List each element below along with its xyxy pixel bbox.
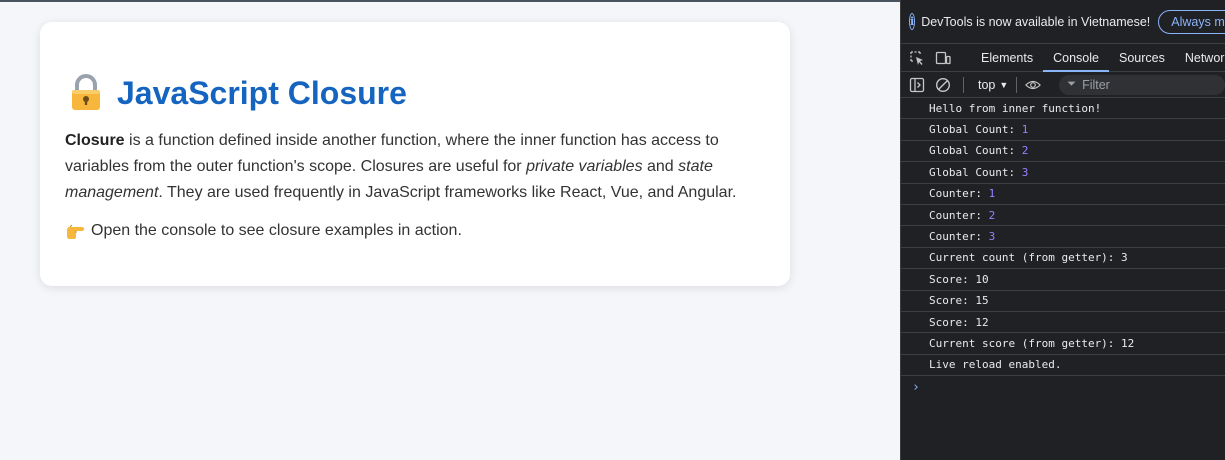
log-text: Score: 12 [929,315,989,329]
filter-icon: ⏷ [1067,78,1077,90]
language-info-bar: i DevTools is now available in Vietnames… [901,0,1225,44]
log-number: 2 [1021,144,1029,158]
log-number: 2 [988,208,996,222]
pointing-hand-icon [65,222,85,240]
toolbar-separator [963,76,964,93]
log-text: Counter: [929,208,989,222]
log-number: 3 [1021,165,1029,179]
info-text: DevTools is now available in Vietnamese! [921,14,1151,29]
log-text: Global Count: [929,144,1022,158]
desc-em-1: private variables [526,158,643,175]
desc-part-3: . They are used frequently in JavaScript… [158,184,737,201]
inspect-element-icon[interactable] [909,50,925,66]
log-text: Global Count: [929,165,1022,179]
desc-part-2: and [642,158,679,175]
description: Closure is a function defined inside ano… [65,128,755,206]
log-number: 1 [1021,123,1029,137]
closure-card: JavaScript Closure Closure is a function… [40,22,790,286]
sidebar-toggle-icon[interactable] [909,77,925,93]
context-value: top [977,77,996,92]
log-text: Score: 10 [929,272,989,286]
info-icon: i [909,13,916,30]
console-prompt[interactable]: › [901,376,1225,398]
log-row: Score: 10 [901,269,1225,291]
eye-icon[interactable] [1025,77,1042,93]
lock-icon [65,72,107,114]
log-row: Counter: 1 [901,184,1225,205]
device-toolbar-icon[interactable] [935,50,951,66]
console-toolbar: top ▼ ⏷ Filter [901,72,1225,98]
log-row: Live reload enabled. [901,355,1225,377]
tab-sources[interactable]: Sources [1109,44,1175,72]
log-row: Global Count: 3 [901,162,1225,184]
console-hint: Open the console to see closure examples… [65,222,462,240]
log-row: Counter: 2 [901,205,1225,227]
log-text: Live reload enabled. [929,358,1062,372]
page-title: JavaScript Closure [117,74,407,111]
log-row: Current score (from getter): 12 [901,333,1225,355]
log-text: Current score (from getter): 12 [929,336,1135,350]
prompt-chevron-icon: › [912,379,920,395]
filter-placeholder: Filter [1082,77,1110,92]
log-text: Counter: [929,187,989,201]
console-output: Hello from inner function! Global Count:… [901,98,1225,398]
log-row: Hello from inner function! [901,98,1225,120]
toolbar-separator-2 [1016,76,1018,93]
log-row: Score: 12 [901,312,1225,334]
devtools-panel: i DevTools is now available in Vietnames… [900,0,1225,460]
clear-console-icon[interactable] [935,77,951,93]
log-text: Counter: [929,230,989,244]
title-row: JavaScript Closure [65,72,407,114]
filter-input[interactable]: ⏷ Filter [1059,74,1225,95]
log-text: Hello from inner function! [929,101,1102,115]
hint-text: Open the console to see closure examples… [91,222,462,239]
context-select[interactable]: top ▼ [978,78,1008,92]
log-row: Global Count: 1 [901,119,1225,141]
log-row: Score: 15 [901,291,1225,312]
tab-network[interactable]: Network [1175,44,1225,72]
tab-elements[interactable]: Elements [971,44,1043,72]
tab-console[interactable]: Console [1043,44,1109,72]
log-number: 3 [988,230,996,244]
caret-down-icon: ▼ [999,79,1009,90]
desc-bold: Closure [65,132,125,149]
log-text: Current count (from getter): 3 [929,251,1128,265]
log-row: Global Count: 2 [901,141,1225,163]
log-row: Current count (from getter): 3 [901,248,1225,270]
page-viewport: JavaScript Closure Closure is a function… [0,0,900,460]
log-text: Score: 15 [929,294,989,308]
devtools-tabs: Elements Console Sources Network [901,44,1225,72]
always-match-button[interactable]: Always ma [1158,9,1225,34]
log-row: Counter: 3 [901,226,1225,248]
log-text: Global Count: [929,123,1022,137]
log-number: 1 [988,187,996,201]
